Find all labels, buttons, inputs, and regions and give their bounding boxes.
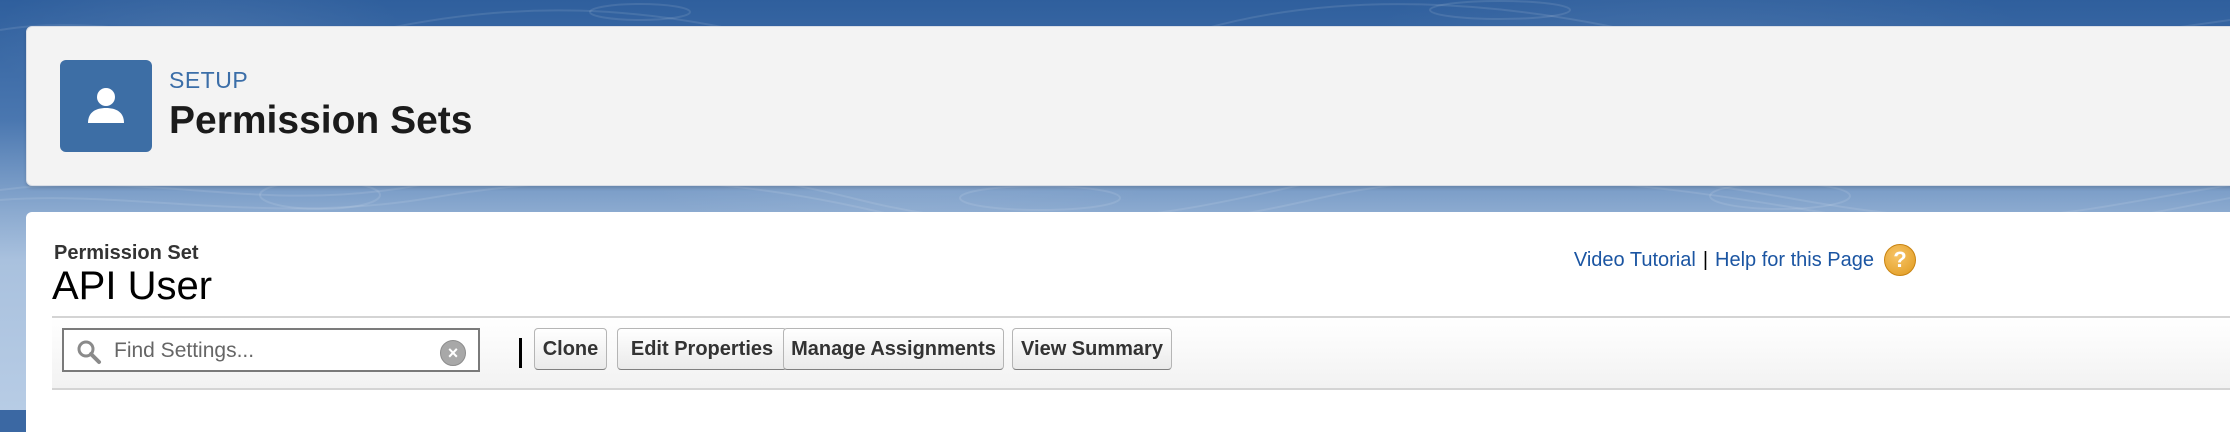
clear-search-icon[interactable]: ×: [440, 340, 466, 366]
search-field: ×: [62, 328, 480, 372]
help-page-link[interactable]: Help for this Page: [1715, 249, 1874, 272]
clone-button[interactable]: Clone: [534, 328, 607, 370]
video-tutorial-link[interactable]: Video Tutorial: [1574, 249, 1696, 272]
link-separator: |: [1702, 248, 1709, 271]
user-icon: [60, 60, 152, 152]
page-header: SETUP Permission Sets: [26, 26, 2230, 186]
find-settings-input[interactable]: [112, 335, 426, 367]
main-content: Permission Set API User Video Tutorial |…: [26, 212, 2230, 432]
view-summary-button[interactable]: View Summary: [1012, 328, 1172, 370]
manage-assignments-button[interactable]: Manage Assignments: [783, 328, 1004, 370]
help-icon[interactable]: ?: [1884, 244, 1916, 276]
record-name: API User: [52, 264, 213, 308]
record-type-label: Permission Set: [54, 242, 199, 264]
header-eyebrow: SETUP: [169, 67, 249, 93]
search-icon: [76, 339, 102, 370]
help-links: Video Tutorial | Help for this Page ?: [1574, 244, 1916, 276]
page-title: Permission Sets: [169, 99, 473, 142]
toolbar-separator: [519, 338, 522, 368]
toolbar: × Clone Edit Properties Manage Assignmen…: [52, 318, 2230, 390]
edit-properties-button[interactable]: Edit Properties: [617, 328, 787, 370]
